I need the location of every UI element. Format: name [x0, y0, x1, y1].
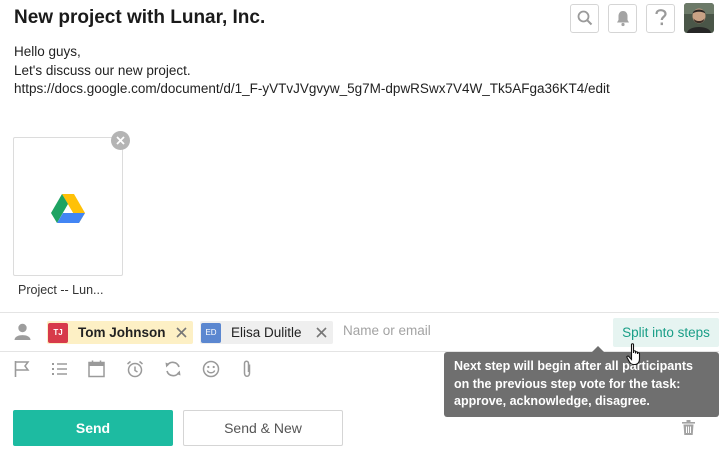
checklist-icon[interactable] [51, 360, 68, 378]
participant-input[interactable] [343, 323, 503, 338]
repeat-icon[interactable] [164, 360, 182, 378]
message-text: Let's discuss our new project. [14, 62, 191, 78]
emoji-icon[interactable] [202, 360, 220, 378]
message-body: Hello guys, Let's discuss our new projec… [14, 43, 610, 99]
calendar-icon[interactable] [88, 360, 105, 378]
message-greeting: Hello guys, [14, 44, 81, 59]
page-title: New project with Lunar, Inc. [14, 7, 266, 28]
help-icon [654, 9, 667, 26]
participants-row: TJ Tom Johnson ED Elisa Dulitle Split in… [0, 313, 719, 351]
participant-name: Elisa Dulitle [231, 325, 302, 340]
flag-icon[interactable] [13, 360, 30, 378]
send-button[interactable]: Send [13, 410, 173, 446]
trash-icon[interactable] [682, 420, 695, 435]
split-steps-tooltip: Next step will begin after all participa… [444, 352, 719, 417]
participant-chip-elisa-dulitle[interactable]: ED Elisa Dulitle [200, 321, 333, 344]
search-icon [577, 10, 592, 26]
participant-chip-tom-johnson[interactable]: TJ Tom Johnson [47, 321, 193, 344]
close-icon[interactable] [175, 326, 188, 339]
top-toolbar [570, 3, 714, 33]
close-icon [116, 136, 125, 145]
bell-icon [616, 10, 629, 26]
google-drive-icon [51, 194, 85, 223]
alarm-icon[interactable] [126, 360, 144, 378]
participant-initials: ED [201, 322, 221, 343]
close-icon[interactable] [315, 326, 328, 339]
hand-cursor-icon [626, 343, 641, 366]
participant-name: Tom Johnson [78, 325, 166, 340]
attachment-name: Project -- Lun... [18, 283, 104, 297]
attach-icon[interactable] [240, 360, 254, 378]
participant-initials: TJ [48, 322, 68, 343]
search-button[interactable] [570, 3, 599, 33]
message-link[interactable]: https://docs.google.com/document/d/1_F-y… [14, 80, 610, 99]
notifications-button[interactable] [608, 3, 637, 33]
remove-attachment-button[interactable] [111, 131, 130, 150]
attachment-card[interactable] [13, 137, 123, 276]
user-avatar[interactable] [684, 3, 714, 33]
help-button[interactable] [646, 3, 675, 33]
person-icon [14, 323, 31, 340]
send-and-new-button[interactable]: Send & New [183, 410, 343, 446]
